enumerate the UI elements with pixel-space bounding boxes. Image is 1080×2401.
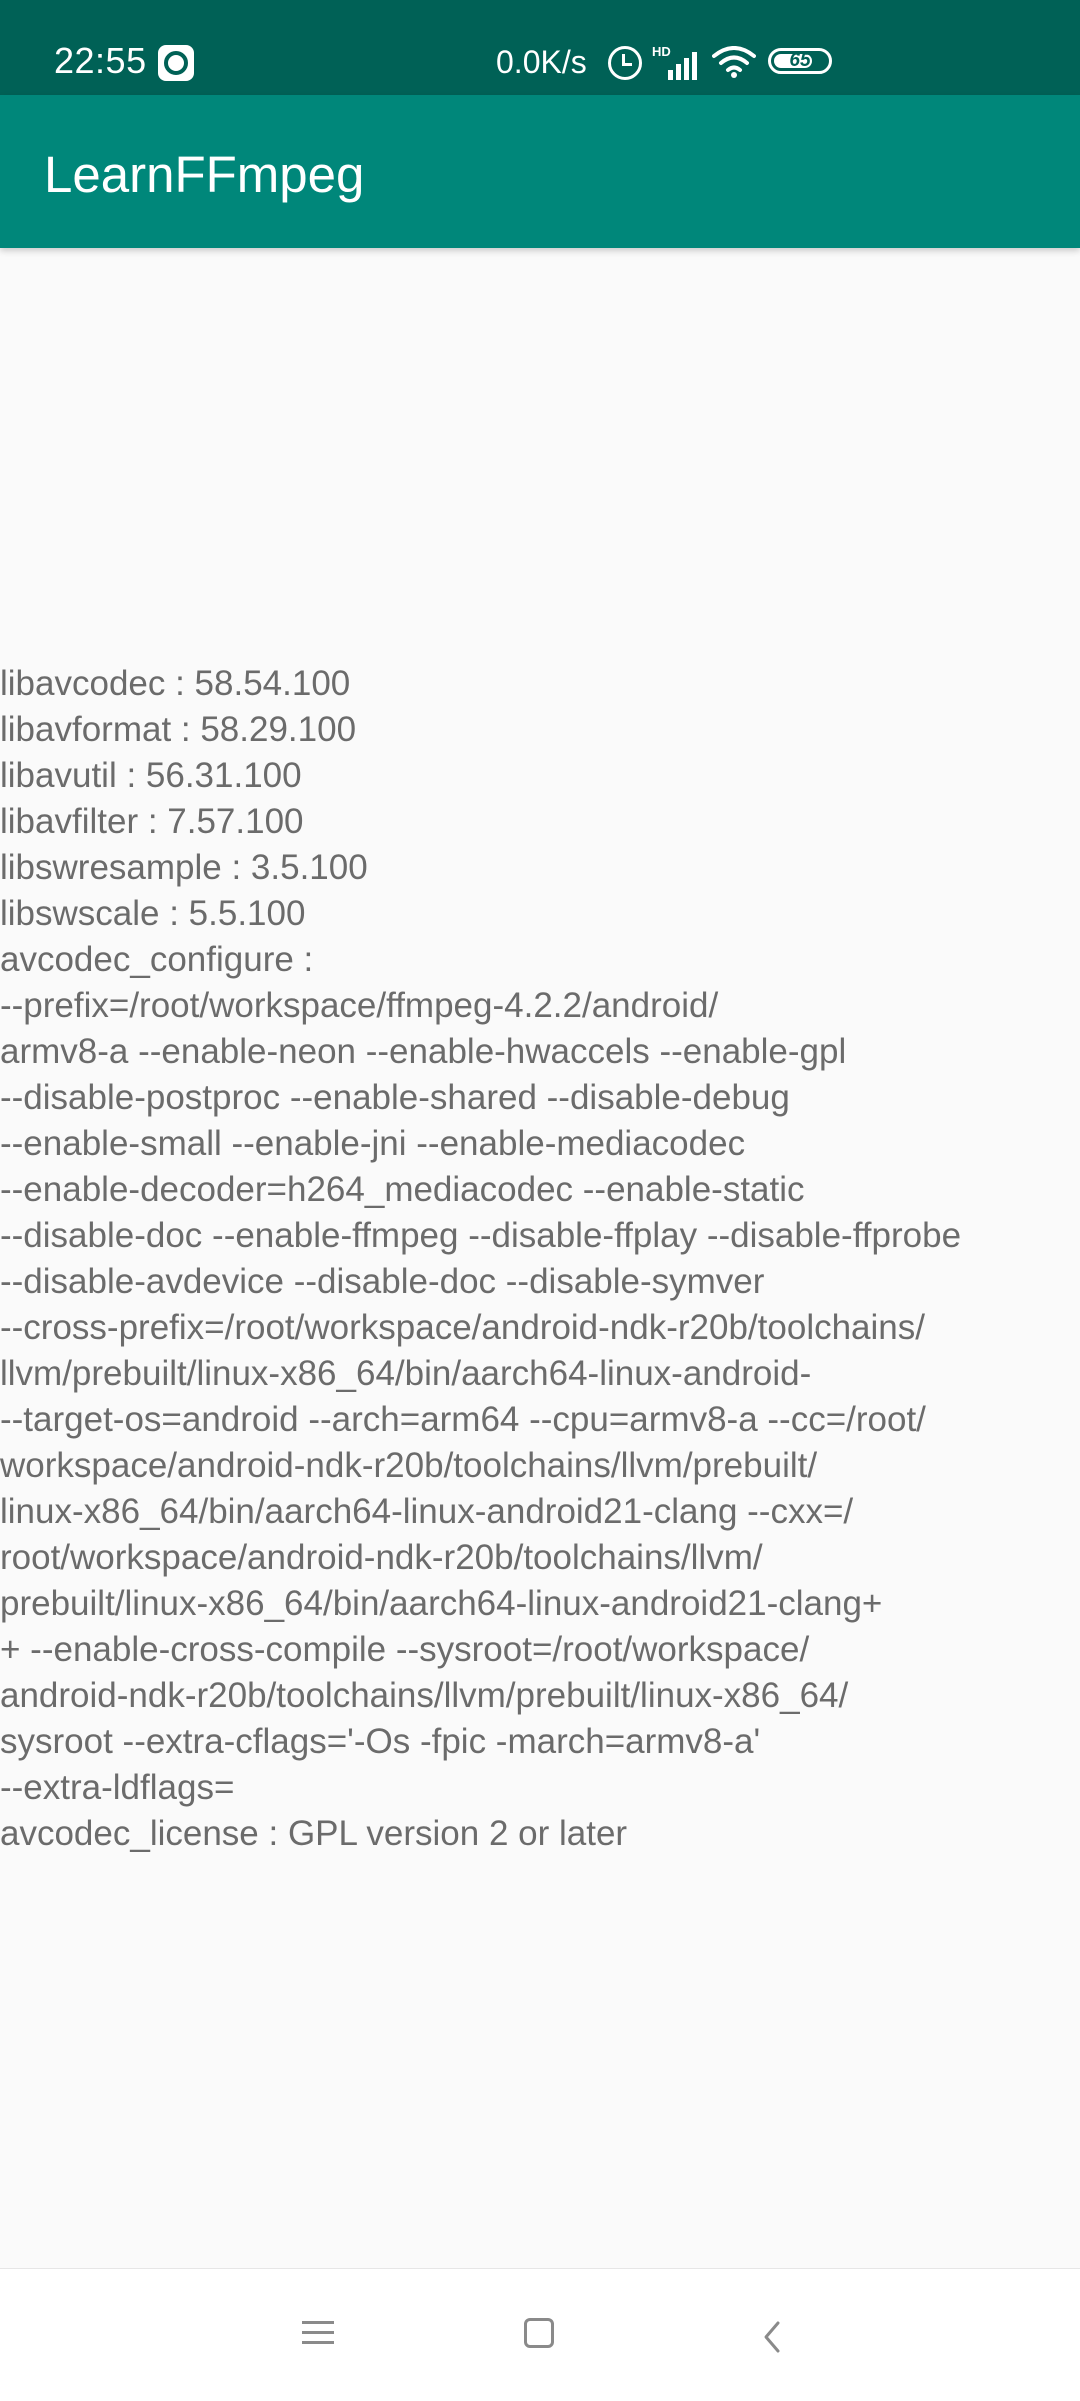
info-line: linux-x86_64/bin/aarch64-linux-android21… xyxy=(0,1492,854,1531)
info-line: --enable-small --enable-jni --enable-med… xyxy=(0,1124,746,1163)
alarm-icon xyxy=(608,46,642,80)
home-icon[interactable] xyxy=(524,2318,554,2348)
navigation-bar xyxy=(0,2268,1080,2401)
status-time: 22:55 xyxy=(54,40,147,81)
info-line: workspace/android-ndk-r20b/toolchains/ll… xyxy=(0,1446,818,1485)
battery-icon: 65 xyxy=(768,48,832,74)
info-line: prebuilt/linux-x86_64/bin/aarch64-linux-… xyxy=(0,1584,883,1623)
info-line: android-ndk-r20b/toolchains/llvm/prebuil… xyxy=(0,1676,849,1715)
info-line: libavcodec : 58.54.100 xyxy=(0,664,351,703)
info-line: --extra-ldflags= xyxy=(0,1768,235,1807)
info-line: libswresample : 3.5.100 xyxy=(0,848,368,887)
menu-icon[interactable] xyxy=(302,2319,334,2347)
info-line: + --enable-cross-compile --sysroot=/root… xyxy=(0,1630,810,1669)
info-line: --cross-prefix=/root/workspace/android-n… xyxy=(0,1308,925,1347)
info-line: sysroot --extra-cflags='-Os -fpic -march… xyxy=(0,1722,761,1761)
info-line: armv8-a --enable-neon --enable-hwaccels … xyxy=(0,1032,847,1071)
info-line: root/workspace/android-ndk-r20b/toolchai… xyxy=(0,1538,763,1577)
info-line: --disable-doc --enable-ffmpeg --disable-… xyxy=(0,1216,962,1255)
info-line: --disable-postproc --enable-shared --dis… xyxy=(0,1078,790,1117)
notification-app-icon xyxy=(158,45,194,81)
info-line: --disable-avdevice --disable-doc --disab… xyxy=(0,1262,765,1301)
wifi-icon xyxy=(712,46,756,78)
app-title: LearnFFmpeg xyxy=(44,146,365,203)
signal-hd-label: HD xyxy=(652,44,671,59)
info-line: avcodec_license : GPL version 2 or later xyxy=(0,1814,628,1853)
back-icon[interactable] xyxy=(758,2319,788,2355)
info-line: --target-os=android --arch=arm64 --cpu=a… xyxy=(0,1400,926,1439)
info-line: avcodec_configure : xyxy=(0,940,314,979)
network-speed: 0.0K/s xyxy=(496,44,587,80)
info-line: libavutil : 56.31.100 xyxy=(0,756,302,795)
info-line: libavfilter : 7.57.100 xyxy=(0,802,304,841)
battery-level: 65 xyxy=(789,50,811,71)
status-bar: 22:55 0.0K/s HD 65 xyxy=(0,0,1080,95)
ffmpeg-info-text: libavcodec : 58.54.100 libavformat : 58.2… xyxy=(0,661,1080,1857)
info-line: libavformat : 58.29.100 xyxy=(0,710,357,749)
signal-icon: HD xyxy=(652,44,700,80)
info-line: --prefix=/root/workspace/ffmpeg-4.2.2/an… xyxy=(0,986,719,1025)
info-line: llvm/prebuilt/linux-x86_64/bin/aarch64-l… xyxy=(0,1354,812,1393)
app-bar: LearnFFmpeg xyxy=(0,95,1080,248)
info-line: --enable-decoder=h264_mediacodec --enabl… xyxy=(0,1170,805,1209)
info-line: libswscale : 5.5.100 xyxy=(0,894,306,933)
